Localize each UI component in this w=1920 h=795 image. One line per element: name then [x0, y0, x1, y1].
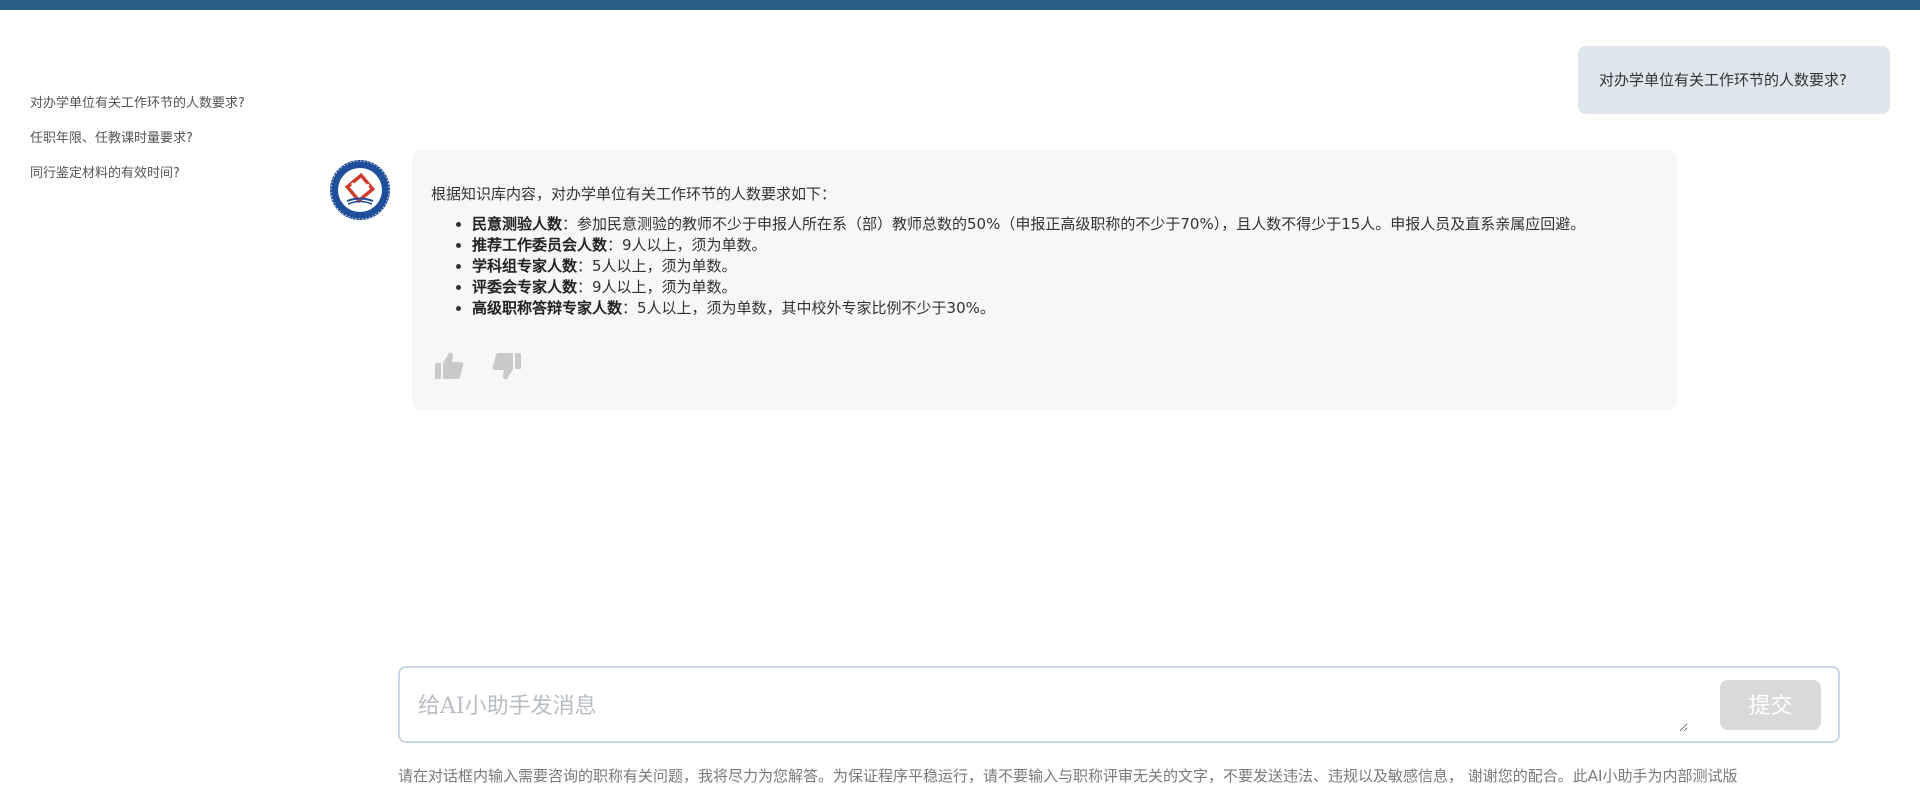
answer-item-text: ：5人以上，须为单数，其中校外专家比例不少于30%。: [622, 299, 995, 317]
answer-item-term: 高级职称答辩专家人数: [472, 299, 623, 317]
feedback-buttons: [433, 350, 523, 382]
user-message-bubble: 对办学单位有关工作环节的人数要求?: [1578, 46, 1890, 114]
assistant-avatar-logo-icon: [329, 159, 391, 221]
answer-intro: 根据知识库内容，对办学单位有关工作环节的人数要求如下：: [431, 185, 837, 203]
answer-item-term: 评委会专家人数: [472, 278, 578, 296]
suggested-questions-sidebar: 对办学单位有关工作环节的人数要求? 任职年限、任教课时量要求? 同行鉴定材料的有…: [30, 94, 290, 199]
suggested-question-3[interactable]: 同行鉴定材料的有效时间?: [30, 164, 290, 199]
thumbs-up-icon[interactable]: [433, 350, 465, 382]
answer-item-text: ：参加民意测验的教师不少于申报人所在系（部）教师总数的50%（申报正高级职称的不…: [562, 215, 1586, 233]
top-bar: [0, 0, 1920, 10]
answer-item: 高级职称答辩专家人数：5人以上，须为单数，其中校外专家比例不少于30%。: [472, 298, 1657, 319]
answer-list: 民意测验人数：参加民意测验的教师不少于申报人所在系（部）教师总数的50%（申报正…: [431, 214, 1657, 319]
answer-item-term: 民意测验人数: [472, 215, 563, 233]
submit-button[interactable]: 提交: [1720, 680, 1821, 730]
message-composer: 提交: [398, 666, 1840, 743]
message-input[interactable]: [418, 680, 1688, 732]
answer-item-term: 学科组专家人数: [472, 257, 578, 275]
answer-item: 民意测验人数：参加民意测验的教师不少于申报人所在系（部）教师总数的50%（申报正…: [472, 214, 1657, 235]
suggested-question-1[interactable]: 对办学单位有关工作环节的人数要求?: [30, 94, 290, 129]
thumbs-down-icon[interactable]: [491, 350, 523, 382]
answer-item-term: 推荐工作委员会人数: [472, 236, 608, 254]
answer-item: 推荐工作委员会人数：9人以上，须为单数。: [472, 235, 1657, 256]
suggested-question-2[interactable]: 任职年限、任教课时量要求?: [30, 129, 290, 164]
answer-item-text: ：9人以上，须为单数。: [607, 236, 767, 254]
disclaimer-text: 请在对话框内输入需要咨询的职称有关问题，我将尽力为您解答。为保证程序平稳运行，请…: [398, 767, 1738, 785]
answer-item: 评委会专家人数：9人以上，须为单数。: [472, 277, 1657, 298]
answer-item: 学科组专家人数：5人以上，须为单数。: [472, 256, 1657, 277]
answer-item-text: ：5人以上，须为单数。: [577, 257, 737, 275]
assistant-answer-card: 根据知识库内容，对办学单位有关工作环节的人数要求如下： 民意测验人数：参加民意测…: [412, 150, 1677, 410]
answer-item-text: ：9人以上，须为单数。: [577, 278, 737, 296]
